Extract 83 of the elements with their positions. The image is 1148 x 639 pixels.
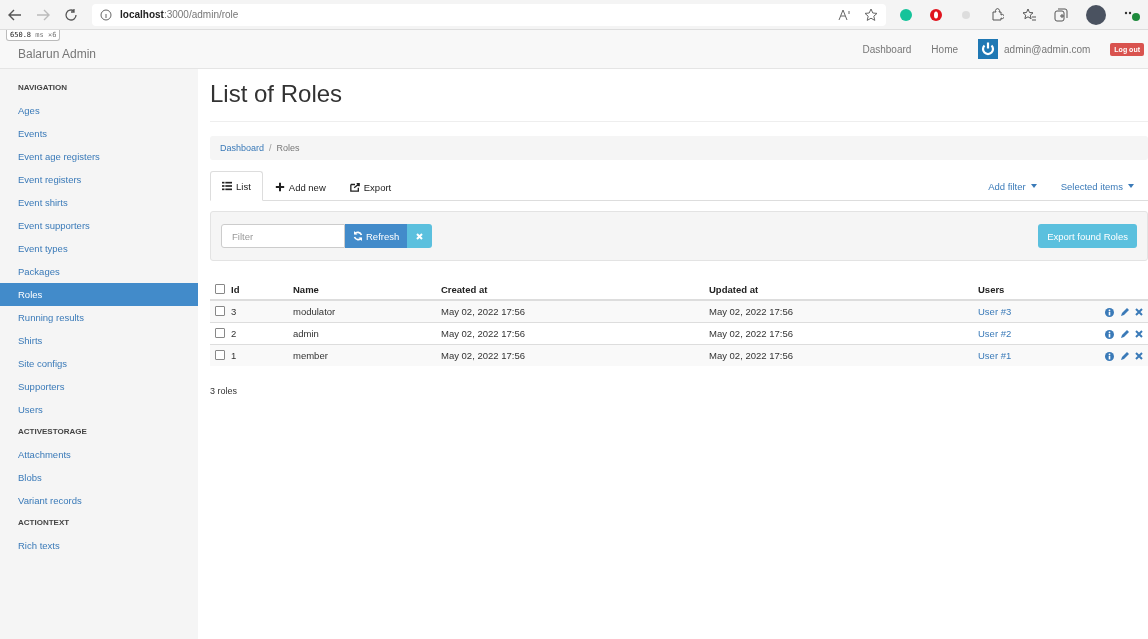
sidebar-item[interactable]: Running results xyxy=(0,306,198,329)
sidebar-item[interactable]: Attachments xyxy=(0,443,198,466)
column-header: Id xyxy=(231,283,240,295)
breadcrumb-link[interactable]: Dashboard xyxy=(220,143,265,153)
section-heading: ACTIVESTORAGE xyxy=(17,426,88,438)
breadcrumb-current: Roles xyxy=(276,143,300,153)
table-cell: May 02, 2022 17:56 xyxy=(704,300,973,323)
table-cell: 3 xyxy=(231,306,237,317)
caret-icon xyxy=(1030,184,1037,188)
table-cell: 2 xyxy=(231,328,237,339)
sidebar-item[interactable]: Events xyxy=(0,122,198,145)
user-link[interactable]: User #2 xyxy=(978,328,1012,339)
sidebar-item[interactable]: Variant records xyxy=(0,489,198,512)
table-cell: May 02, 2022 17:56 xyxy=(436,344,704,366)
sidebar-item[interactable]: Shirts xyxy=(0,329,198,352)
favorites-icon[interactable] xyxy=(1022,7,1036,22)
user-link[interactable]: User #1 xyxy=(978,350,1012,361)
profile-avatar-icon[interactable] xyxy=(1086,4,1106,25)
dropdown-menu[interactable]: Selected items xyxy=(1060,172,1134,200)
sidebar-item[interactable]: Supporters xyxy=(0,375,198,398)
extension-icon[interactable] xyxy=(930,8,942,21)
refresh-button[interactable]: Refresh xyxy=(345,224,408,248)
table-cell: May 02, 2022 17:56 xyxy=(704,344,973,366)
sidebar-item[interactable]: Users xyxy=(0,398,198,421)
brand-link[interactable]: Balarun Admin xyxy=(18,47,97,61)
info-icon xyxy=(100,8,112,21)
back-arrow-icon[interactable] xyxy=(8,8,22,21)
nav-link[interactable]: Home xyxy=(931,43,959,55)
refresh-icon xyxy=(353,231,363,241)
delete-icon[interactable] xyxy=(1135,352,1143,361)
info-icon[interactable] xyxy=(1105,330,1114,339)
table-cell: modulator xyxy=(288,300,436,323)
url-text: localhost:3000/admin/role xyxy=(120,9,240,20)
nav-link[interactable]: Dashboard xyxy=(862,43,912,55)
close-icon xyxy=(416,232,424,240)
dropdown-menu[interactable]: Add filter xyxy=(988,172,1037,200)
reload-icon[interactable] xyxy=(64,7,78,22)
row-checkbox[interactable] xyxy=(215,350,225,360)
tab[interactable]: List xyxy=(210,171,263,201)
delete-icon[interactable] xyxy=(1135,330,1143,339)
sidebar-item[interactable]: Event types xyxy=(0,237,198,260)
tab[interactable]: Add new xyxy=(262,172,338,201)
info-icon[interactable] xyxy=(1105,308,1114,317)
power-avatar-icon xyxy=(978,39,999,59)
table-cell: member xyxy=(288,344,436,366)
caret-icon xyxy=(1128,184,1134,188)
row-checkbox[interactable] xyxy=(215,328,225,338)
select-all-checkbox[interactable] xyxy=(215,283,225,294)
address-bar[interactable]: localhost:3000/admin/role xyxy=(92,3,886,26)
tab[interactable]: Export xyxy=(337,172,404,201)
user-email-link[interactable]: admin@admin.com xyxy=(1004,43,1091,55)
sidebar-item[interactable]: Blobs xyxy=(0,466,198,489)
pencil-icon[interactable] xyxy=(1120,308,1129,317)
collections-icon[interactable] xyxy=(1054,7,1068,22)
row-checkbox[interactable] xyxy=(215,306,225,316)
page-title: List of Roles xyxy=(210,79,1148,122)
filter-field[interactable]: Filter xyxy=(221,224,345,248)
section-heading: NAVIGATION xyxy=(17,82,69,94)
star-icon[interactable] xyxy=(864,7,878,22)
sidebar-item[interactable]: Ages xyxy=(0,99,198,122)
export-icon xyxy=(349,182,360,192)
user-link[interactable]: User #3 xyxy=(978,306,1012,317)
section-heading: ACTIONTEXT xyxy=(17,517,71,529)
sidebar-item[interactable]: Packages xyxy=(0,260,198,283)
sidebar-item[interactable]: Event age registers xyxy=(0,145,198,168)
list-icon xyxy=(222,181,232,191)
sidebar-item[interactable]: Site configs xyxy=(0,352,198,375)
info-icon[interactable] xyxy=(1105,352,1114,361)
sidebar-item[interactable]: Event shirts xyxy=(0,191,198,214)
sidebar-item[interactable]: Event registers xyxy=(0,168,198,191)
table-cell: 1 xyxy=(231,350,237,361)
sidebar-item[interactable]: Roles xyxy=(0,283,198,306)
puzzle-icon[interactable] xyxy=(990,7,1004,22)
table-cell: May 02, 2022 17:56 xyxy=(436,300,704,323)
delete-icon[interactable] xyxy=(1135,308,1143,317)
sidebar-item[interactable]: Rich texts xyxy=(0,534,198,557)
plus-icon xyxy=(274,182,285,192)
sidebar-item[interactable]: Event supporters xyxy=(0,214,198,237)
read-aloud-icon[interactable] xyxy=(838,8,852,21)
pencil-icon[interactable] xyxy=(1120,330,1129,339)
pencil-icon[interactable] xyxy=(1120,352,1129,361)
breadcrumb-separator: / xyxy=(269,143,272,153)
record-count: 3 roles xyxy=(210,386,238,396)
